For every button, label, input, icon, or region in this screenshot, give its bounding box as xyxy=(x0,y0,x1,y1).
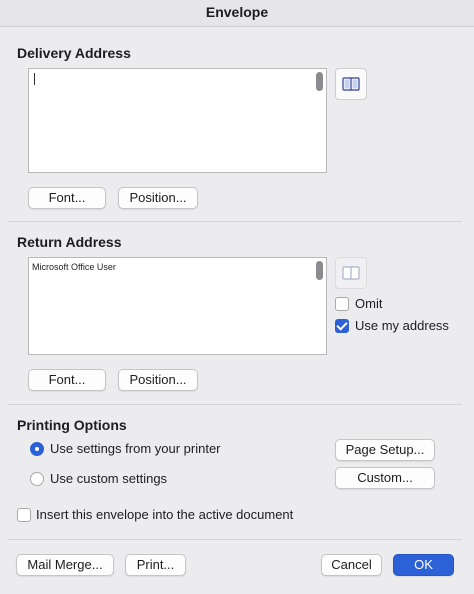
custom-button[interactable]: Custom... xyxy=(335,467,435,489)
return-scrollbar[interactable] xyxy=(316,261,323,280)
use-printer-settings-label: Use settings from your printer xyxy=(50,441,221,456)
insert-envelope-checkbox[interactable] xyxy=(17,508,31,522)
cancel-button[interactable]: Cancel xyxy=(321,554,382,576)
insert-envelope-label: Insert this envelope into the active doc… xyxy=(36,507,294,522)
title-bar: Envelope xyxy=(0,0,474,27)
mail-merge-button[interactable]: Mail Merge... xyxy=(16,554,114,576)
return-address-heading: Return Address xyxy=(17,234,122,250)
footer-divider xyxy=(8,539,462,540)
use-custom-settings-label: Use custom settings xyxy=(50,471,168,486)
section-divider xyxy=(8,221,462,222)
use-my-address-checkbox[interactable] xyxy=(335,319,349,333)
delivery-scrollbar[interactable] xyxy=(316,72,323,91)
delivery-position-button[interactable]: Position... xyxy=(118,187,198,209)
address-book-icon xyxy=(342,266,360,280)
delivery-address-field[interactable] xyxy=(28,68,327,173)
ok-button[interactable]: OK xyxy=(393,554,454,576)
use-printer-settings-radio[interactable] xyxy=(30,442,44,456)
use-custom-settings-radio[interactable] xyxy=(30,472,44,486)
omit-checkbox[interactable] xyxy=(335,297,349,311)
print-button[interactable]: Print... xyxy=(125,554,186,576)
delivery-font-button[interactable]: Font... xyxy=(28,187,106,209)
text-caret xyxy=(34,73,35,85)
return-address-field[interactable]: Microsoft Office User xyxy=(28,257,327,355)
delivery-address-book-button[interactable] xyxy=(335,68,367,100)
delivery-address-heading: Delivery Address xyxy=(17,45,131,61)
use-my-address-label: Use my address xyxy=(355,318,449,333)
printing-options-heading: Printing Options xyxy=(17,417,127,433)
window-title: Envelope xyxy=(205,4,269,20)
return-address-text: Microsoft Office User xyxy=(32,262,116,272)
page-setup-button[interactable]: Page Setup... xyxy=(335,439,435,461)
return-position-button[interactable]: Position... xyxy=(118,369,198,391)
section-divider xyxy=(8,404,462,405)
return-font-button[interactable]: Font... xyxy=(28,369,106,391)
address-book-icon xyxy=(342,77,360,91)
return-address-book-button[interactable] xyxy=(335,257,367,289)
omit-label: Omit xyxy=(355,296,383,311)
